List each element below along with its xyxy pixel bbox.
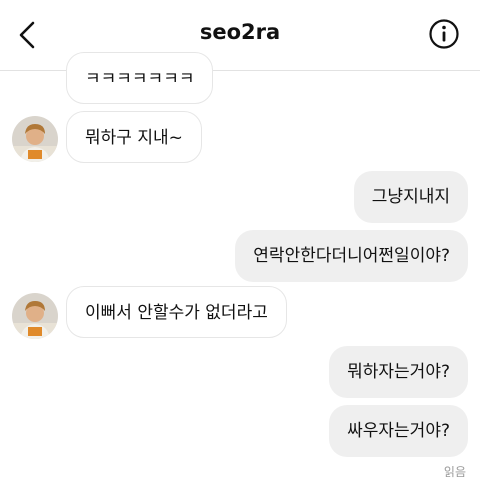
message-text: 뭐하구 지내~	[85, 128, 183, 148]
read-receipt: 읽음	[443, 465, 466, 479]
avatar[interactable]	[12, 116, 58, 162]
chat-title[interactable]: seo2ra	[0, 20, 480, 44]
outgoing-message[interactable]: 싸우자는거야?	[329, 405, 468, 457]
avatar[interactable]	[12, 293, 58, 339]
info-button[interactable]	[428, 18, 460, 50]
message-text: 뭐하자는거야?	[347, 362, 450, 382]
info-circle-icon	[429, 19, 459, 49]
message-text: 그냥지내지	[371, 187, 450, 207]
incoming-message[interactable]: ㅋㅋㅋㅋㅋㅋㅋ	[66, 52, 214, 104]
message-text: 이뻐서 안할수가 없더라고	[85, 303, 268, 323]
outgoing-message[interactable]: 연락안한다더니어쩐일이야?	[235, 230, 468, 282]
message-text: 싸우자는거야?	[347, 421, 450, 441]
incoming-message[interactable]: 뭐하구 지내~	[66, 111, 202, 163]
outgoing-message[interactable]: 그냥지내지	[353, 171, 468, 223]
message-text: 연락안한다더니어쩐일이야?	[253, 246, 450, 266]
outgoing-message[interactable]: 뭐하자는거야?	[329, 346, 468, 398]
incoming-message[interactable]: 이뻐서 안할수가 없더라고	[66, 286, 287, 338]
message-list[interactable]: ㅋㅋㅋㅋㅋㅋㅋ 뭐하구 지내~ 그냥지내지 연락안한다더니어쩐일이야? 이뻐서 …	[0, 52, 480, 487]
message-text: ㅋㅋㅋㅋㅋㅋㅋ	[85, 69, 195, 89]
